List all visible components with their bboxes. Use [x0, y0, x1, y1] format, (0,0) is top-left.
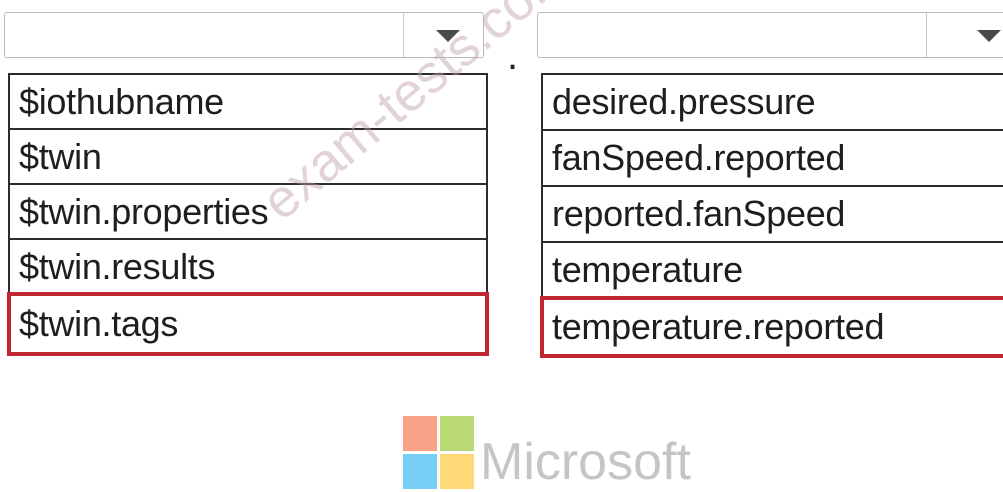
right-option-list: desired.pressure fanSpeed.reported repor…: [540, 73, 1003, 358]
right-option-fanspeed-reported[interactable]: fanSpeed.reported: [541, 129, 1003, 185]
separator-dot: .: [507, 34, 519, 78]
right-dropdown[interactable]: [537, 12, 1003, 58]
right-dropdown-toggle[interactable]: [926, 13, 1003, 57]
watermark-brand: Microsoft: [480, 433, 691, 491]
left-option-iothubname[interactable]: $iothubname: [8, 73, 488, 128]
left-option-twin-results[interactable]: $twin.results: [8, 238, 488, 293]
microsoft-logo-icon: [403, 416, 475, 490]
right-option-desired-pressure[interactable]: desired.pressure: [541, 73, 1003, 129]
left-option-twin-properties[interactable]: $twin.properties: [8, 183, 488, 238]
right-option-temperature-reported[interactable]: temperature.reported: [540, 296, 1003, 358]
left-option-twin-tags[interactable]: $twin.tags: [7, 292, 489, 356]
chevron-down-icon: [436, 30, 460, 42]
chevron-down-icon: [977, 30, 1001, 42]
right-option-reported-fanspeed[interactable]: reported.fanSpeed: [541, 185, 1003, 241]
left-dropdown-toggle[interactable]: [403, 13, 484, 57]
right-option-temperature[interactable]: temperature: [541, 241, 1003, 297]
left-dropdown[interactable]: [4, 12, 484, 58]
left-option-list: $iothubname $twin $twin.properties $twin…: [7, 73, 489, 356]
left-option-twin[interactable]: $twin: [8, 128, 488, 183]
